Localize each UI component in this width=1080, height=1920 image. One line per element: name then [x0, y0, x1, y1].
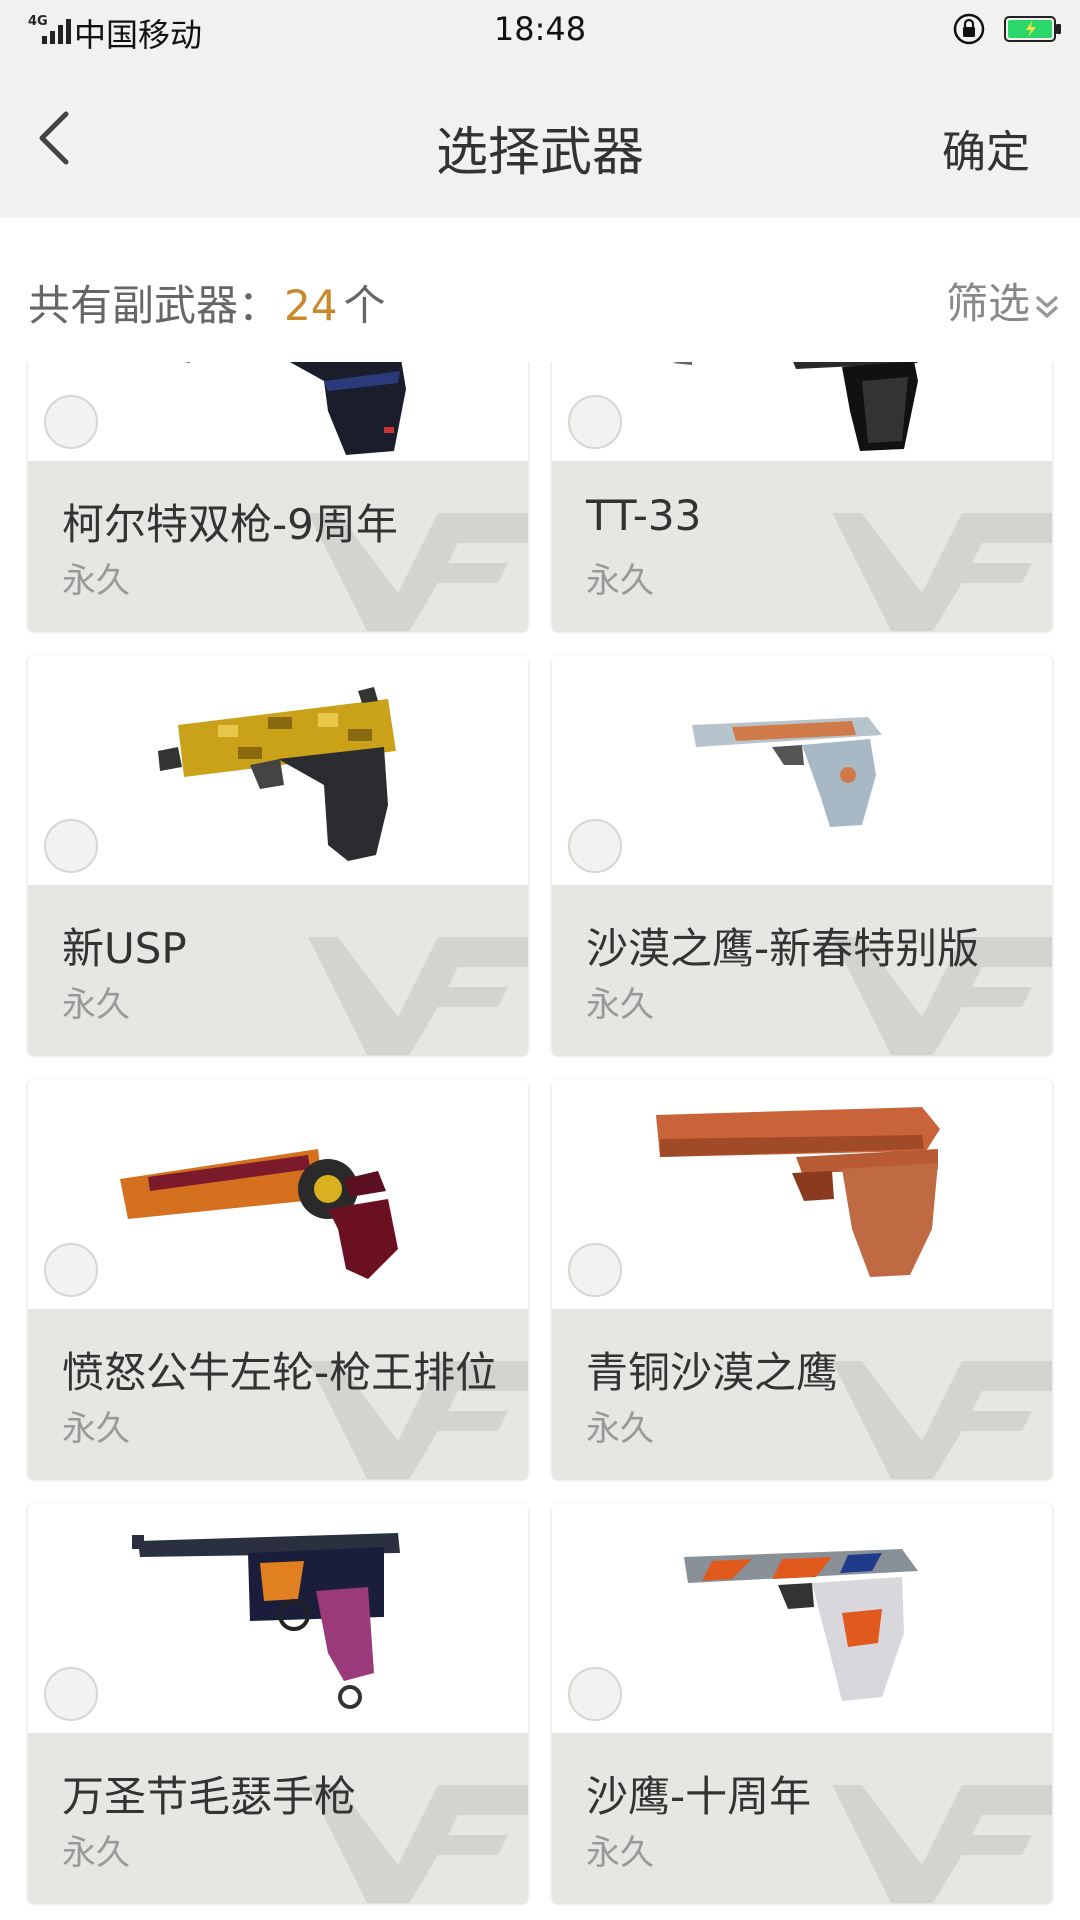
- rotation-lock-icon: [953, 13, 985, 45]
- count-value: 24: [284, 281, 338, 330]
- weapon-name: 青铜沙漠之鹰: [586, 1348, 839, 1397]
- select-radio[interactable]: [568, 1243, 622, 1297]
- count-prefix: 共有副武器：: [28, 281, 281, 330]
- navigation-bar: 选择武器 确定: [0, 58, 1080, 218]
- gold-camo-pistol-icon: [158, 687, 396, 861]
- weapon-duration: 永久: [62, 985, 130, 1025]
- weapon-duration: 永久: [586, 561, 654, 601]
- weapon-card[interactable]: 柯尔特双枪-9周年 永久: [28, 362, 528, 631]
- double-chevron-down-icon: [1035, 295, 1059, 318]
- cf-logo-icon: [832, 1361, 1052, 1479]
- weapon-duration: 永久: [62, 1833, 130, 1873]
- pistol-icon: [672, 362, 918, 451]
- count-unit: 个: [343, 281, 386, 330]
- page-title: 选择武器: [435, 123, 644, 183]
- weapon-name: 沙漠之鹰-新春特别版: [586, 924, 980, 973]
- select-radio[interactable]: [44, 1667, 98, 1721]
- weapon-duration: 永久: [586, 985, 654, 1025]
- cf-logo-icon: [832, 513, 1052, 631]
- weapon-card[interactable]: 沙鹰-十周年 永久: [552, 1503, 1052, 1903]
- select-radio[interactable]: [44, 395, 98, 449]
- confirm-button[interactable]: 确定: [942, 116, 1030, 180]
- weapon-name: 新USP: [62, 924, 187, 973]
- cf-logo-icon: [308, 937, 528, 1055]
- weapon-name: 万圣节毛瑟手枪: [62, 1772, 357, 1821]
- weapon-card[interactable]: 愤怒公牛左轮-枪王排位 永久: [28, 1079, 528, 1479]
- desert-eagle-icon: [692, 717, 882, 827]
- filter-label: 筛选: [945, 279, 1030, 328]
- weapon-duration: 永久: [62, 1409, 130, 1449]
- dual-pistol-icon: [184, 362, 406, 455]
- cf-logo-icon: [832, 1785, 1052, 1903]
- weapon-grid: 柯尔特双枪-9周年 永久 TT-33 永久 新USP 永久 沙漠之鹰-新春特别版…: [0, 362, 1080, 1920]
- weapon-card[interactable]: 万圣节毛瑟手枪 永久: [28, 1503, 528, 1903]
- select-radio[interactable]: [568, 1667, 622, 1721]
- weapon-name: 愤怒公牛左轮-枪王排位: [62, 1348, 498, 1397]
- weapon-duration: 永久: [586, 1409, 654, 1449]
- weapon-card[interactable]: 青铜沙漠之鹰 永久: [552, 1079, 1052, 1479]
- filter-row: 共有副武器：24 个 筛选: [0, 218, 1080, 362]
- weapon-duration: 永久: [62, 561, 130, 601]
- select-radio[interactable]: [44, 819, 98, 873]
- weapon-name: 柯尔特双枪-9周年: [62, 500, 398, 549]
- select-radio[interactable]: [44, 1243, 98, 1297]
- status-bar: 4G 中国移动 18:48: [0, 0, 1080, 58]
- select-radio[interactable]: [568, 395, 622, 449]
- revolver-icon: [120, 1149, 398, 1279]
- weapon-name: 沙鹰-十周年: [586, 1772, 812, 1821]
- filter-button[interactable]: 筛选: [946, 270, 1060, 331]
- battery-icon: [1004, 16, 1061, 42]
- weapon-card[interactable]: 沙漠之鹰-新春特别版 永久: [552, 655, 1052, 1055]
- bronze-desert-eagle-icon: [656, 1107, 940, 1277]
- clock-label: 18:48: [493, 10, 587, 48]
- halloween-mauser-icon: [132, 1533, 400, 1709]
- weapon-card[interactable]: 新USP 永久: [28, 655, 528, 1055]
- weapon-card[interactable]: TT-33 永久: [552, 362, 1052, 631]
- weapon-name: TT-33: [586, 491, 702, 540]
- weapon-duration: 永久: [586, 1833, 654, 1873]
- select-radio[interactable]: [568, 819, 622, 873]
- desert-eagle-anniversary-icon: [684, 1549, 918, 1701]
- weapon-count: 共有副武器：24 个: [28, 272, 385, 333]
